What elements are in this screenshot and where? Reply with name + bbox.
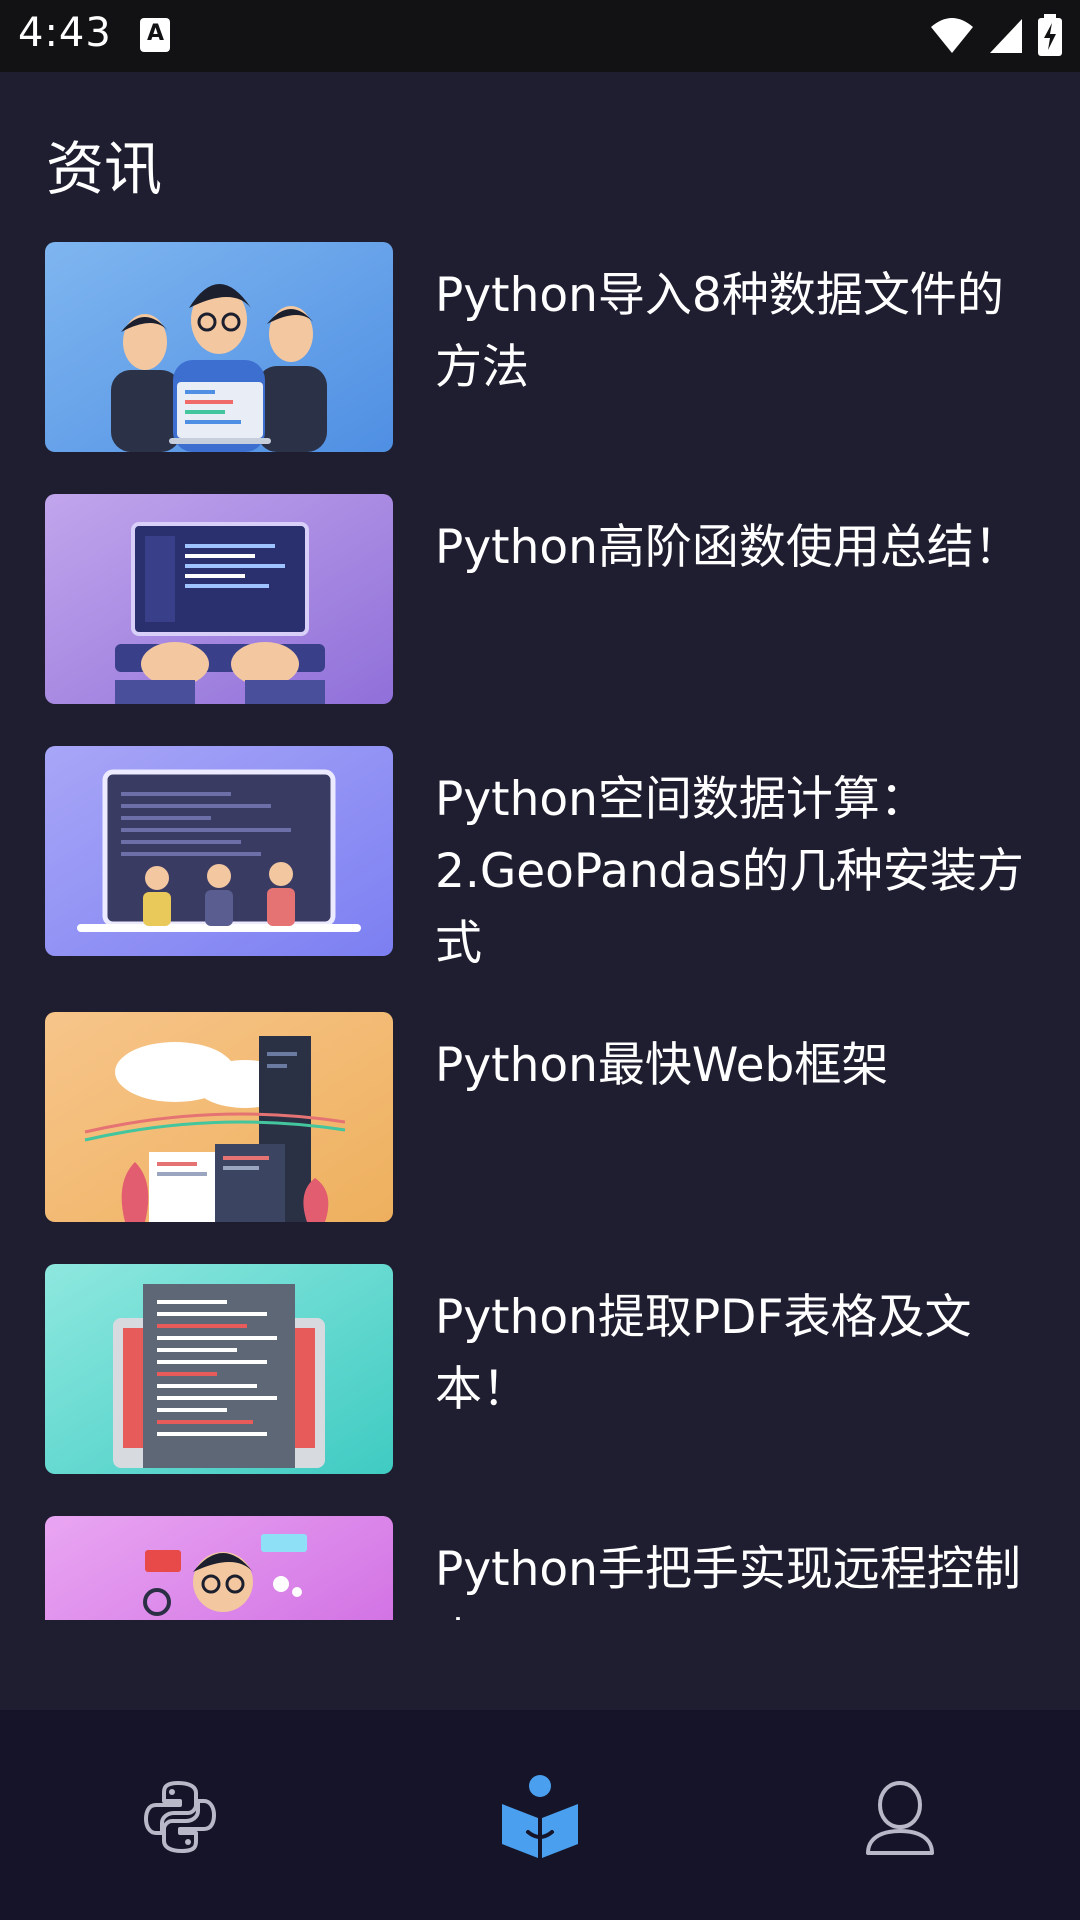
article-thumbnail: [45, 1264, 393, 1474]
status-time: 4:43: [18, 10, 112, 56]
bottom-nav: [0, 1710, 1080, 1920]
article-list[interactable]: Python导入8种数据文件的方法 Python高阶函数使用总结！ Python…: [0, 242, 1080, 1620]
python-logo-icon: [144, 1781, 216, 1853]
page-title: 资讯: [46, 135, 163, 203]
laptop-coding-illustration: [45, 494, 393, 704]
reading-book-icon: [502, 1775, 578, 1858]
list-item[interactable]: Python导入8种数据文件的方法: [45, 242, 1035, 452]
article-title: Python高阶函数使用总结！: [435, 520, 1021, 575]
user-profile-icon: [866, 1780, 934, 1855]
tab-reading[interactable]: [480, 1762, 600, 1872]
list-item[interactable]: Python最快Web框架: [45, 1012, 1035, 1222]
article-title: Python提取PDF表格及文本！: [435, 1290, 972, 1417]
developers-in-front-of-screen-illustration: [45, 746, 393, 956]
article-title: Python最快Web框架: [435, 1038, 889, 1093]
developer-with-tools-illustration: [45, 1516, 393, 1620]
list-item[interactable]: Python手把手实现远程控制桌: [45, 1516, 1035, 1620]
web-development-illustration: [45, 1012, 393, 1222]
cellular-signal-icon: [990, 19, 1022, 53]
list-item[interactable]: Python提取PDF表格及文本！: [45, 1264, 1035, 1474]
notification-a-icon: [140, 18, 170, 52]
article-title: Python手把手实现远程控制桌: [435, 1542, 1021, 1620]
tab-profile[interactable]: [840, 1762, 960, 1872]
article-thumbnail: [45, 494, 393, 704]
wifi-icon: [931, 18, 973, 53]
list-item[interactable]: Python高阶函数使用总结！: [45, 494, 1035, 704]
tab-python[interactable]: [120, 1762, 240, 1872]
status-bar: 4:43: [0, 0, 1080, 72]
status-icons: [930, 14, 1062, 56]
article-thumbnail: [45, 746, 393, 956]
code-document-illustration: [45, 1264, 393, 1474]
article-title: Python导入8种数据文件的方法: [435, 268, 1004, 395]
article-thumbnail: [45, 1516, 393, 1620]
article-title: Python空间数据计算：2.GeoPandas的几种安装方式: [435, 772, 1024, 971]
battery-charging-icon: [1038, 14, 1062, 56]
team-with-laptop-illustration: [45, 242, 393, 452]
list-item[interactable]: Python空间数据计算：2.GeoPandas的几种安装方式: [45, 746, 1035, 971]
article-thumbnail: [45, 242, 393, 452]
article-thumbnail: [45, 1012, 393, 1222]
